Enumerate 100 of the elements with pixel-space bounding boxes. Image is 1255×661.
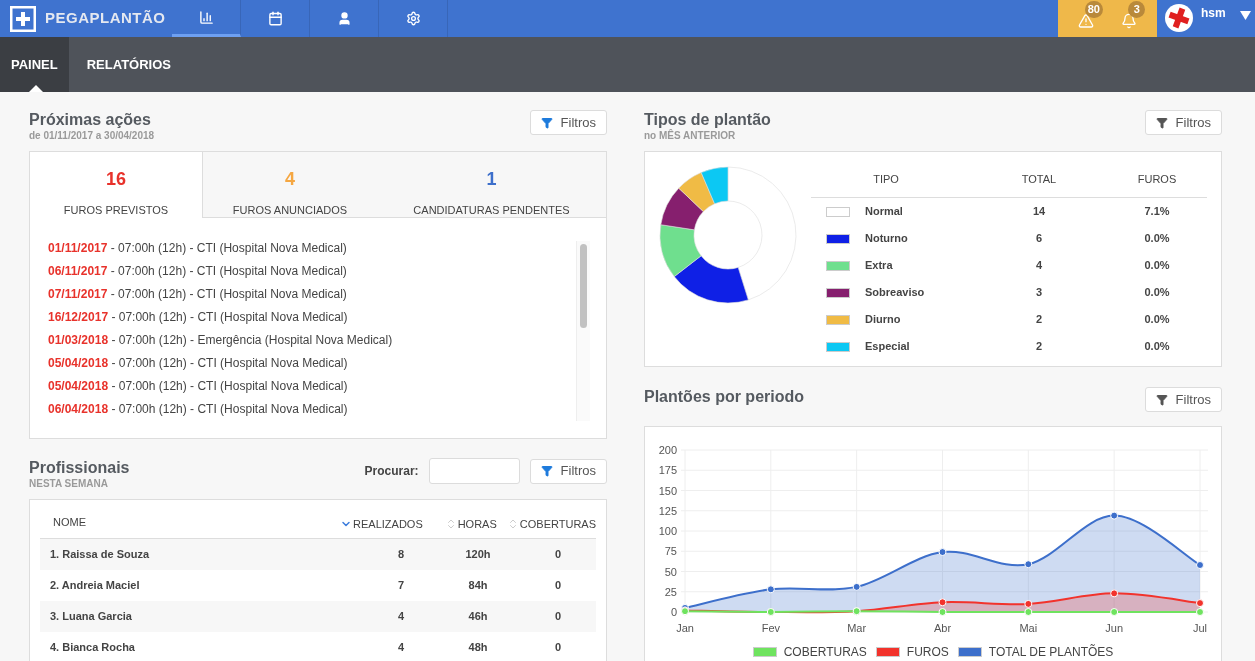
section-title: Tipos de plantão (644, 110, 771, 130)
shift-entry: 01/03/2018 - 07:00h (12h) - Emergência (Hospital Nova Medical) (48, 332, 394, 349)
point (1024, 608, 1033, 616)
warning-icon (1077, 13, 1094, 29)
section-subtitle: no MÊS ANTERIOR (644, 130, 737, 142)
point (1110, 589, 1119, 598)
count-tab[interactable]: 4 FUROS ANUNCIADOS (203, 152, 377, 218)
table-cell-text: 48h (467, 640, 489, 656)
search-field[interactable] (428, 458, 520, 484)
table-cell-text: 0 (553, 547, 563, 563)
shift-entry: 06/11/2017 - 07:00h (12h) - CTI (Hospital Nova Medical) (48, 263, 348, 280)
user-icon (336, 11, 352, 26)
tab-label: CANDIDATURAS PENDENTES (413, 203, 570, 218)
filter-icon (1155, 393, 1168, 406)
x-tick-label: Jun (1105, 622, 1124, 634)
table-cell-text: 3. Luana Garcia (49, 609, 133, 625)
filter-icon (540, 465, 553, 477)
table-cell-text: 0 (553, 578, 563, 594)
point (1024, 560, 1033, 569)
filter-button[interactable]: Filtros (529, 458, 607, 484)
table-cell-text: 14 (1031, 204, 1047, 220)
table-cell-text: 2 (1034, 339, 1044, 355)
type-name: Sobreaviso (865, 285, 926, 301)
x-tick-label: Abr (933, 622, 952, 634)
count-badge: 3 (1128, 1, 1146, 18)
section-title: Próximas ações (29, 110, 152, 130)
point (1196, 599, 1204, 608)
legend-swatch (875, 647, 900, 657)
section-subtitle: NESTA SEMANA (29, 478, 109, 490)
tab-label: FUROS PREVISTOS (63, 203, 169, 218)
point (938, 598, 947, 607)
table-cell-text: 4. Bianca Rocha (49, 640, 136, 656)
column-header: TOTAL (1020, 172, 1058, 187)
column-header[interactable]: HORAS (432, 514, 507, 533)
count-badge: 80 (1084, 1, 1103, 18)
count-tab[interactable]: 1 CANDIDATURAS PENDENTES (377, 152, 606, 218)
table-cell-text: 1. Raissa de Souza (49, 547, 151, 563)
logo-icon (10, 5, 36, 32)
table-cell-text: 0.0% (1143, 231, 1171, 247)
point (1024, 599, 1033, 608)
section-subtitle: de 01/11/2017 a 30/04/2018 (29, 130, 155, 142)
table-cell-text: 0 (553, 640, 563, 656)
y-tick-label: 100 (658, 525, 677, 537)
y-tick-label: 75 (664, 545, 677, 558)
x-tick-label: Jul (1192, 622, 1208, 634)
table-cell-text: 120h (464, 547, 492, 563)
table-cell-text: 7 (396, 578, 405, 594)
table-cell-text: 0.0% (1143, 258, 1171, 274)
filter-button[interactable]: Filtros (1144, 110, 1222, 135)
y-tick-label: 125 (658, 504, 677, 517)
filter-button[interactable]: Filtros (529, 110, 607, 135)
user-menu[interactable]: hsm (1157, 0, 1255, 37)
point (852, 582, 861, 591)
calendar-icon (267, 11, 283, 26)
tab-count: 16 (106, 168, 126, 191)
scrollbar-thumb[interactable] (580, 244, 587, 328)
table-cell-text: 4 (396, 640, 405, 656)
column-header[interactable]: COBERTURAS (506, 514, 596, 533)
type-name: Diurno (865, 312, 902, 328)
chart-icon (198, 9, 214, 25)
table-cell-text: 46h (467, 609, 489, 625)
table-cell-text: 0.0% (1143, 312, 1171, 328)
y-tick-label: 0 (670, 606, 677, 618)
x-tick-label: Fev (761, 622, 780, 634)
y-tick-label: 150 (658, 484, 677, 497)
type-name: Normal (865, 204, 904, 220)
point (1196, 608, 1204, 616)
legend-label: COBERTURAS (783, 644, 867, 661)
filter-icon (540, 116, 553, 129)
search-label: Procurar: (364, 463, 419, 480)
logo-text: PEGAPLANTÃO (45, 8, 166, 29)
table-cell-text: 0.0% (1143, 339, 1171, 355)
point (766, 585, 775, 594)
bell-icon (1121, 13, 1138, 29)
point (938, 608, 947, 616)
legend-label: FUROS (906, 644, 949, 661)
point (938, 548, 947, 557)
shift-entry: 05/04/2018 - 07:00h (12h) - CTI (Hospital Nova Medical) (48, 355, 349, 372)
shift-entry: 07/11/2017 - 07:00h (12h) - CTI (Hospital Nova Medical) (48, 286, 348, 303)
point (1110, 608, 1119, 616)
sub-nav-tab[interactable]: RELATÓRIOS (75, 37, 182, 92)
filter-icon (1155, 116, 1168, 129)
table-cell-text: 3 (1034, 285, 1044, 301)
column-header[interactable]: NOME (40, 514, 327, 531)
type-name: Noturno (865, 231, 909, 247)
shift-entry: 05/04/2018 - 07:00h (12h) - CTI (Hospital Nova Medical) (48, 378, 349, 395)
legend-label: TOTAL DE PLANTÕES (988, 643, 1114, 661)
x-tick-label: Mar (847, 622, 867, 634)
table-cell-text: 2. Andreia Maciel (49, 578, 141, 594)
shift-entry: 01/11/2017 - 07:00h (12h) - CTI (Hospital Nova Medical) (48, 240, 348, 257)
y-tick-label: 25 (664, 585, 677, 598)
column-header: TIPO (872, 172, 900, 187)
column-header[interactable]: REALIZADOS (326, 514, 433, 533)
legend-swatch (957, 647, 982, 657)
filter-button[interactable]: Filtros (1144, 387, 1222, 412)
table-cell-text: 6 (1034, 231, 1044, 247)
y-tick-label: 50 (664, 565, 677, 578)
table-cell-text: 4 (1034, 258, 1044, 274)
table-cell-text: 84h (467, 578, 489, 594)
sub-nav-tab[interactable]: PAINEL (0, 37, 69, 92)
